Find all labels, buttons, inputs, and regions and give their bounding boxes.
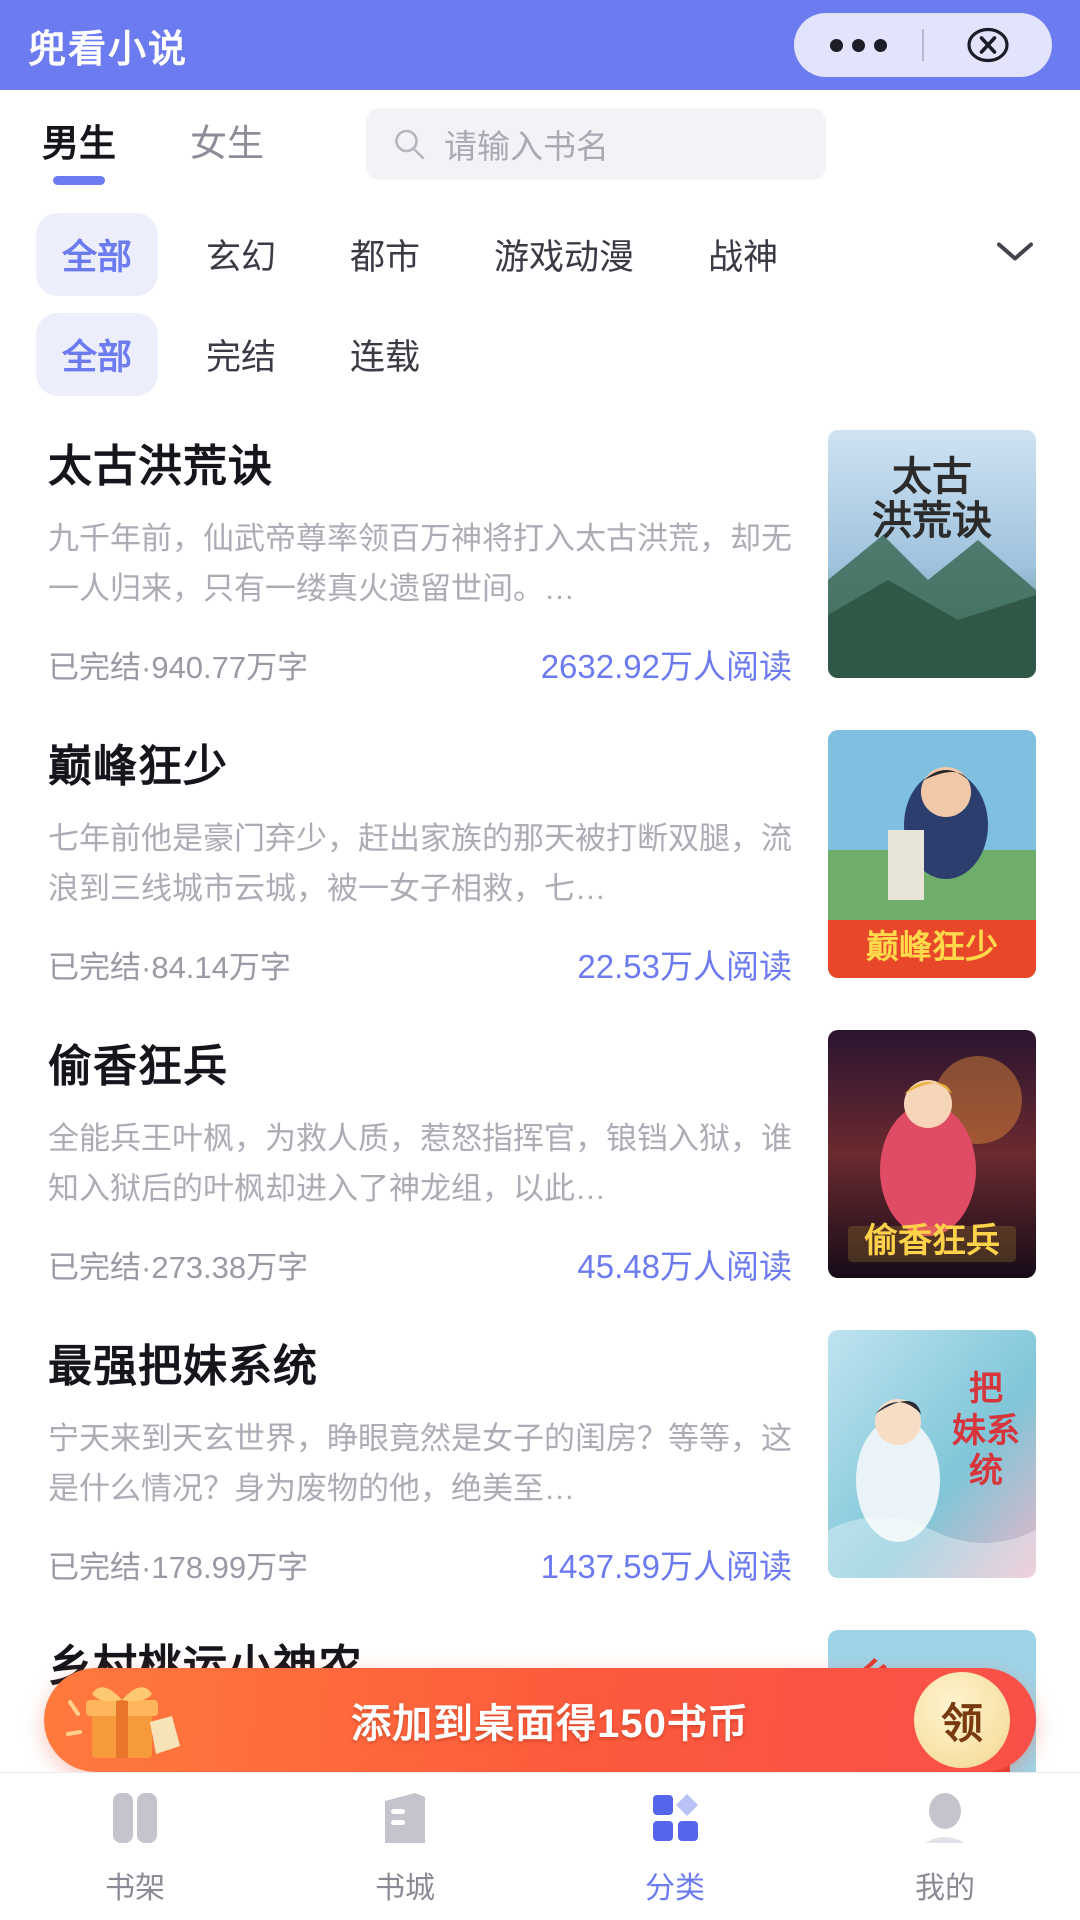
more-dots-icon bbox=[829, 38, 887, 52]
book-readers: 45.48万人阅读 bbox=[577, 1248, 792, 1285]
book-status-words: 已完结·273.38万字 bbox=[48, 1249, 309, 1285]
book-list-item[interactable]: 太古洪荒诀 九千年前，仙武帝尊率领百万神将打入太古洪荒，却无一人归来，只有一缕真… bbox=[0, 408, 1080, 708]
bookstore-icon bbox=[377, 1787, 433, 1849]
expand-categories-button[interactable] bbox=[994, 239, 1036, 270]
tab-bookstore[interactable]: 书城 bbox=[270, 1787, 540, 1907]
book-readers: 2632.92万人阅读 bbox=[540, 648, 792, 685]
app-header: 兜看小说 bbox=[0, 0, 1080, 90]
book-status-words: 已完结·940.77万字 bbox=[48, 649, 309, 685]
book-title: 偷香狂兵 bbox=[48, 1042, 228, 1091]
tab-bookshelf[interactable]: 书架 bbox=[0, 1787, 270, 1907]
status-chip-all-label: 全部 bbox=[62, 337, 133, 377]
more-button[interactable] bbox=[794, 13, 922, 77]
gender-tab-female[interactable]: 女生 bbox=[190, 113, 264, 175]
search-box[interactable]: 请输入书名 bbox=[366, 108, 826, 180]
promo-claim-button[interactable]: 领 bbox=[914, 1672, 1010, 1768]
book-cover[interactable]: 巅峰狂少 bbox=[828, 730, 1036, 978]
svg-text:妹系: 妹系 bbox=[952, 1412, 1020, 1450]
status-filter-row: 全部 完结 连载 bbox=[0, 304, 1080, 404]
category-chip-all[interactable]: 全部 bbox=[36, 212, 159, 296]
close-circle-icon bbox=[967, 27, 1009, 63]
status-chip-completed-label: 完结 bbox=[206, 337, 277, 377]
book-meta: 已完结·273.38万字 45.48万人阅读 bbox=[48, 1240, 798, 1288]
gender-tab-male[interactable]: 男生 bbox=[42, 113, 116, 175]
category-chip-all-label: 全部 bbox=[62, 237, 133, 277]
tab-profile-label: 我的 bbox=[915, 1871, 975, 1905]
gender-tab-male-label: 男生 bbox=[42, 123, 116, 164]
book-cover-art: 偷香狂兵 bbox=[828, 1030, 1036, 1278]
book-info: 巅峰狂少 七年前他是豪门弃少，赶出家族的那天被打断双腿，流浪到三线城市云城，被一… bbox=[48, 730, 798, 988]
book-meta: 已完结·940.77万字 2632.92万人阅读 bbox=[48, 640, 798, 688]
user-avatar-icon bbox=[917, 1787, 973, 1849]
category-chip-game-anime[interactable]: 游戏动漫 bbox=[468, 213, 660, 296]
book-meta: 已完结·84.14万字 22.53万人阅读 bbox=[48, 940, 798, 988]
category-chip-xuanhuan-label: 玄幻 bbox=[206, 237, 277, 277]
desktop-shortcut-promo-banner[interactable]: 添加到桌面得150书币 领 bbox=[44, 1668, 1036, 1772]
gender-and-search-bar: 男生 女生 请输入书名 bbox=[0, 90, 1080, 198]
svg-text:统: 统 bbox=[969, 1452, 1003, 1490]
book-description: 七年前他是豪门弃少，赶出家族的那天被打断双腿，流浪到三线城市云城，被一女子相救，… bbox=[48, 821, 792, 906]
promo-text: 添加到桌面得150书币 bbox=[351, 1702, 749, 1746]
book-list-item[interactable]: 最强把妹系统 宁天来到天玄世界，睁眼竟然是女子的闺房？等等，这是什么情况？身为废… bbox=[0, 1308, 1080, 1608]
search-icon bbox=[395, 129, 425, 160]
book-title: 最强把妹系统 bbox=[48, 1342, 318, 1391]
svg-text:太古: 太古 bbox=[892, 455, 972, 499]
category-chip-urban-label: 都市 bbox=[350, 237, 421, 277]
book-info: 偷香狂兵 全能兵王叶枫，为救人质，惹怒指挥官，锒铛入狱，谁知入狱后的叶枫却进入了… bbox=[48, 1030, 798, 1288]
book-cover-art: 把 妹系 统 bbox=[828, 1330, 1036, 1578]
tab-profile[interactable]: 我的 bbox=[810, 1787, 1080, 1907]
tab-bookstore-label: 书城 bbox=[375, 1871, 435, 1905]
svg-text:偷香狂兵: 偷香狂兵 bbox=[864, 1222, 1000, 1260]
bookshelf-icon bbox=[107, 1787, 163, 1849]
category-chip-xuanhuan[interactable]: 玄幻 bbox=[180, 213, 302, 296]
book-description: 全能兵王叶枫，为救人质，惹怒指挥官，锒铛入狱，谁知入狱后的叶枫却进入了神龙组，以… bbox=[48, 1121, 792, 1206]
close-button[interactable] bbox=[924, 13, 1052, 77]
tab-category[interactable]: 分类 bbox=[540, 1787, 810, 1907]
book-cover[interactable]: 把 妹系 统 bbox=[828, 1330, 1036, 1578]
status-chip-ongoing[interactable]: 连载 bbox=[324, 313, 446, 396]
gender-tab-female-label: 女生 bbox=[190, 123, 264, 164]
filter-section: 全部 玄幻 都市 游戏动漫 战神 全部 完结 连载 bbox=[0, 198, 1080, 408]
tab-bookshelf-label: 书架 bbox=[105, 1871, 165, 1905]
book-cover[interactable]: 偷香狂兵 bbox=[828, 1030, 1036, 1278]
book-readers: 22.53万人阅读 bbox=[577, 948, 792, 985]
category-chip-warrior-god[interactable]: 战神 bbox=[682, 213, 804, 296]
book-info: 最强把妹系统 宁天来到天玄世界，睁眼竟然是女子的闺房？等等，这是什么情况？身为废… bbox=[48, 1330, 798, 1588]
svg-text:把: 把 bbox=[969, 1370, 1003, 1408]
book-cover-art: 巅峰狂少 bbox=[828, 730, 1036, 978]
book-title: 巅峰狂少 bbox=[48, 742, 228, 791]
miniprogram-capsule[interactable] bbox=[794, 13, 1052, 77]
status-chip-ongoing-label: 连载 bbox=[350, 337, 421, 377]
book-meta: 已完结·178.99万字 1437.59万人阅读 bbox=[48, 1540, 798, 1588]
book-info: 太古洪荒诀 九千年前，仙武帝尊率领百万神将打入太古洪荒，却无一人归来，只有一缕真… bbox=[48, 430, 798, 688]
gift-box-icon bbox=[66, 1687, 180, 1758]
status-chip-completed[interactable]: 完结 bbox=[180, 313, 302, 396]
svg-text:洪荒诀: 洪荒诀 bbox=[872, 499, 992, 543]
tab-category-label: 分类 bbox=[645, 1871, 705, 1905]
svg-text:巅峰狂少: 巅峰狂少 bbox=[866, 928, 998, 965]
book-cover[interactable]: 太古 洪荒诀 bbox=[828, 430, 1036, 678]
book-readers: 1437.59万人阅读 bbox=[540, 1548, 792, 1585]
book-description: 宁天来到天玄世界，睁眼竟然是女子的闺房？等等，这是什么情况？身为废物的他，绝美至… bbox=[48, 1421, 792, 1506]
book-title: 太古洪荒诀 bbox=[48, 442, 273, 491]
category-chip-urban[interactable]: 都市 bbox=[324, 213, 446, 296]
book-status-words: 已完结·84.14万字 bbox=[48, 949, 291, 985]
promo-claim-label: 领 bbox=[940, 1699, 983, 1747]
category-chip-game-anime-label: 游戏动漫 bbox=[494, 237, 635, 277]
search-input[interactable]: 请输入书名 bbox=[444, 120, 609, 168]
book-cover-art: 太古 洪荒诀 bbox=[828, 430, 1036, 678]
category-grid-icon bbox=[647, 1787, 703, 1849]
book-list-item[interactable]: 偷香狂兵 全能兵王叶枫，为救人质，惹怒指挥官，锒铛入狱，谁知入狱后的叶枫却进入了… bbox=[0, 1008, 1080, 1308]
chevron-down-icon bbox=[997, 242, 1033, 261]
book-status-words: 已完结·178.99万字 bbox=[48, 1549, 309, 1585]
status-chip-all[interactable]: 全部 bbox=[36, 312, 159, 396]
bottom-tab-bar: 书架 书城 分类 我的 bbox=[0, 1772, 1080, 1920]
book-list-item[interactable]: 巅峰狂少 七年前他是豪门弃少，赶出家族的那天被打断双腿，流浪到三线城市云城，被一… bbox=[0, 708, 1080, 1008]
app-title: 兜看小说 bbox=[28, 28, 189, 71]
category-filter-row: 全部 玄幻 都市 游戏动漫 战神 bbox=[0, 204, 1080, 304]
category-chip-warrior-god-label: 战神 bbox=[708, 237, 779, 277]
book-description: 九千年前，仙武帝尊率领百万神将打入太古洪荒，却无一人归来，只有一缕真火遗留世间。… bbox=[48, 521, 792, 606]
